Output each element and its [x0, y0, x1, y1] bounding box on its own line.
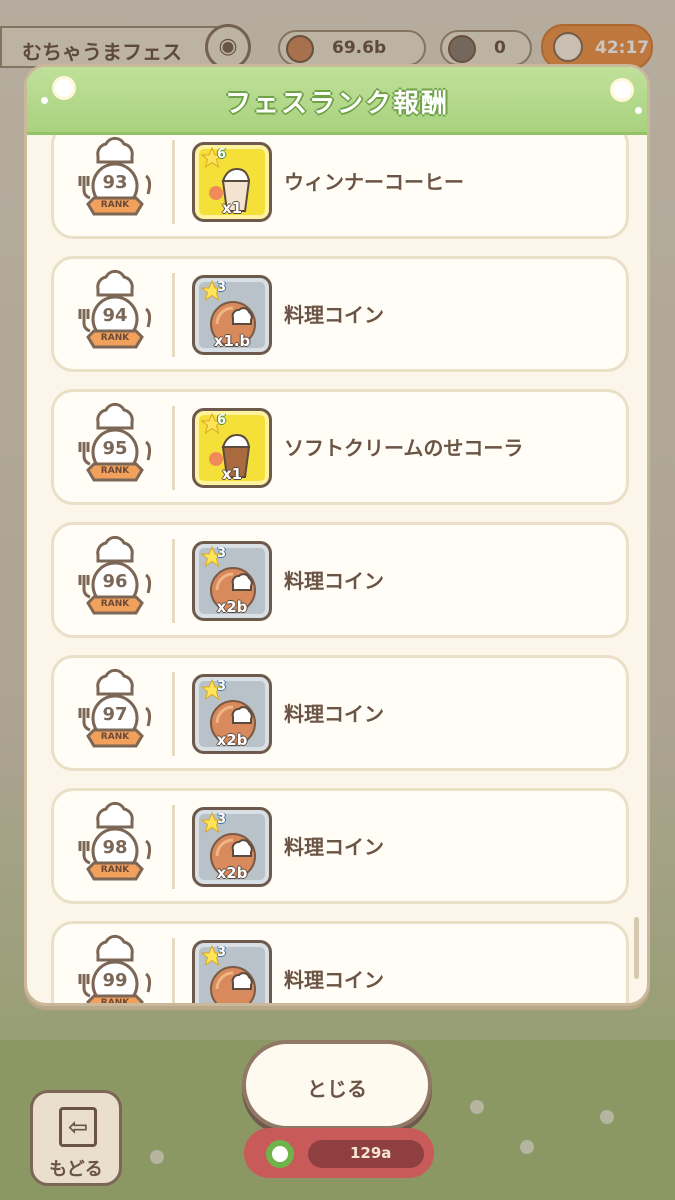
rank-label: RANK — [100, 599, 130, 609]
progress-ring-icon — [266, 1140, 294, 1168]
modal-header: フェスランク報酬 — [27, 67, 647, 135]
rank-badge-icon: 97 RANK — [72, 668, 158, 760]
reward-quantity: x2b — [216, 864, 248, 882]
back-button[interactable]: ⇦ もどる — [30, 1090, 122, 1186]
reward-row: 97 RANK 3 x2b 料理コイン — [51, 655, 629, 771]
star-level: 6 — [217, 413, 227, 428]
reward-list[interactable]: 93 RANK 6 x1 ウィンナーコーヒー 94 RANK 3 x1.b 料理コイン 95 RANK… — [27, 135, 647, 1003]
rank-number: 99 — [102, 970, 128, 991]
reward-name: 料理コイン — [284, 702, 384, 726]
scrollbar[interactable] — [634, 917, 639, 979]
rank-reward-modal: フェスランク報酬 93 RANK 6 x1 ウィンナーコーヒー 94 RANK 3 x1.b 料理… — [24, 64, 650, 1006]
reward-row: 93 RANK 6 x1 ウィンナーコーヒー — [51, 135, 629, 239]
close-button-label: とじる — [307, 1077, 367, 1101]
reward-quantity: x1 — [221, 465, 243, 483]
reward-quantity: x1 — [221, 199, 243, 217]
exit-door-icon: ⇦ — [59, 1107, 97, 1147]
reward-item-tile[interactable]: 3 x1.b — [192, 275, 272, 355]
reward-row: 95 RANK 6 x1 ソフトクリームのせコーラ — [51, 389, 629, 505]
star-level: 3 — [217, 280, 227, 295]
reward-row: 99 RANK 3 料理コイン — [51, 921, 629, 1003]
rank-number: 98 — [102, 837, 128, 858]
row-divider — [172, 273, 175, 357]
row-divider — [172, 672, 175, 756]
row-divider — [172, 140, 175, 224]
rank-badge-icon: 95 RANK — [72, 402, 158, 494]
rank-number: 97 — [102, 704, 128, 725]
rank-badge-icon: 99 RANK — [72, 934, 158, 1003]
reward-name: ウィンナーコーヒー — [284, 170, 464, 194]
close-button[interactable]: とじる — [242, 1040, 432, 1130]
reward-name: 料理コイン — [284, 835, 384, 859]
rank-number: 93 — [102, 172, 128, 193]
reward-name: 料理コイン — [284, 968, 384, 992]
reward-name: 料理コイン — [284, 303, 384, 327]
reward-item-tile[interactable]: 3 x2b — [192, 807, 272, 887]
bottom-counter: 129a — [244, 1128, 434, 1178]
row-divider — [172, 539, 175, 623]
rank-number: 94 — [102, 305, 128, 326]
reward-item-tile[interactable]: 3 x2b — [192, 541, 272, 621]
reward-quantity: x1.b — [213, 332, 251, 350]
reward-name: 料理コイン — [284, 569, 384, 593]
reward-item-tile[interactable]: 6 x1 — [192, 408, 272, 488]
star-level: 3 — [217, 679, 227, 694]
reward-name: ソフトクリームのせコーラ — [284, 436, 524, 460]
reward-item-tile[interactable]: 3 x2b — [192, 674, 272, 754]
rank-label: RANK — [100, 466, 130, 476]
bottom-counter-value: 129a — [308, 1140, 424, 1168]
cooking-coin-icon — [210, 966, 256, 1003]
reward-row: 94 RANK 3 x1.b 料理コイン — [51, 256, 629, 372]
reward-quantity: x2b — [216, 598, 248, 616]
rank-number: 95 — [102, 438, 128, 459]
modal-title: フェスランク報酬 — [224, 89, 449, 119]
row-divider — [172, 406, 175, 490]
reward-item-tile[interactable]: 3 — [192, 940, 272, 1003]
back-button-label: もどる — [49, 1159, 103, 1180]
rank-badge-icon: 93 RANK — [72, 136, 158, 228]
star-level: 6 — [217, 147, 227, 162]
row-divider — [172, 938, 175, 1003]
star-level: 3 — [217, 945, 227, 960]
star-level: 3 — [217, 546, 227, 561]
rank-badge-icon: 94 RANK — [72, 269, 158, 361]
reward-item-tile[interactable]: 6 x1 — [192, 142, 272, 222]
rank-label: RANK — [100, 732, 130, 742]
reward-row: 96 RANK 3 x2b 料理コイン — [51, 522, 629, 638]
rank-label: RANK — [100, 998, 130, 1003]
rank-badge-icon: 96 RANK — [72, 535, 158, 627]
rank-label: RANK — [100, 333, 130, 343]
rank-badge-icon: 98 RANK — [72, 801, 158, 893]
rank-number: 96 — [102, 571, 128, 592]
reward-quantity: x2b — [216, 731, 248, 749]
star-level: 3 — [217, 812, 227, 827]
reward-row: 98 RANK 3 x2b 料理コイン — [51, 788, 629, 904]
rank-label: RANK — [100, 200, 130, 210]
rank-label: RANK — [100, 865, 130, 875]
row-divider — [172, 805, 175, 889]
